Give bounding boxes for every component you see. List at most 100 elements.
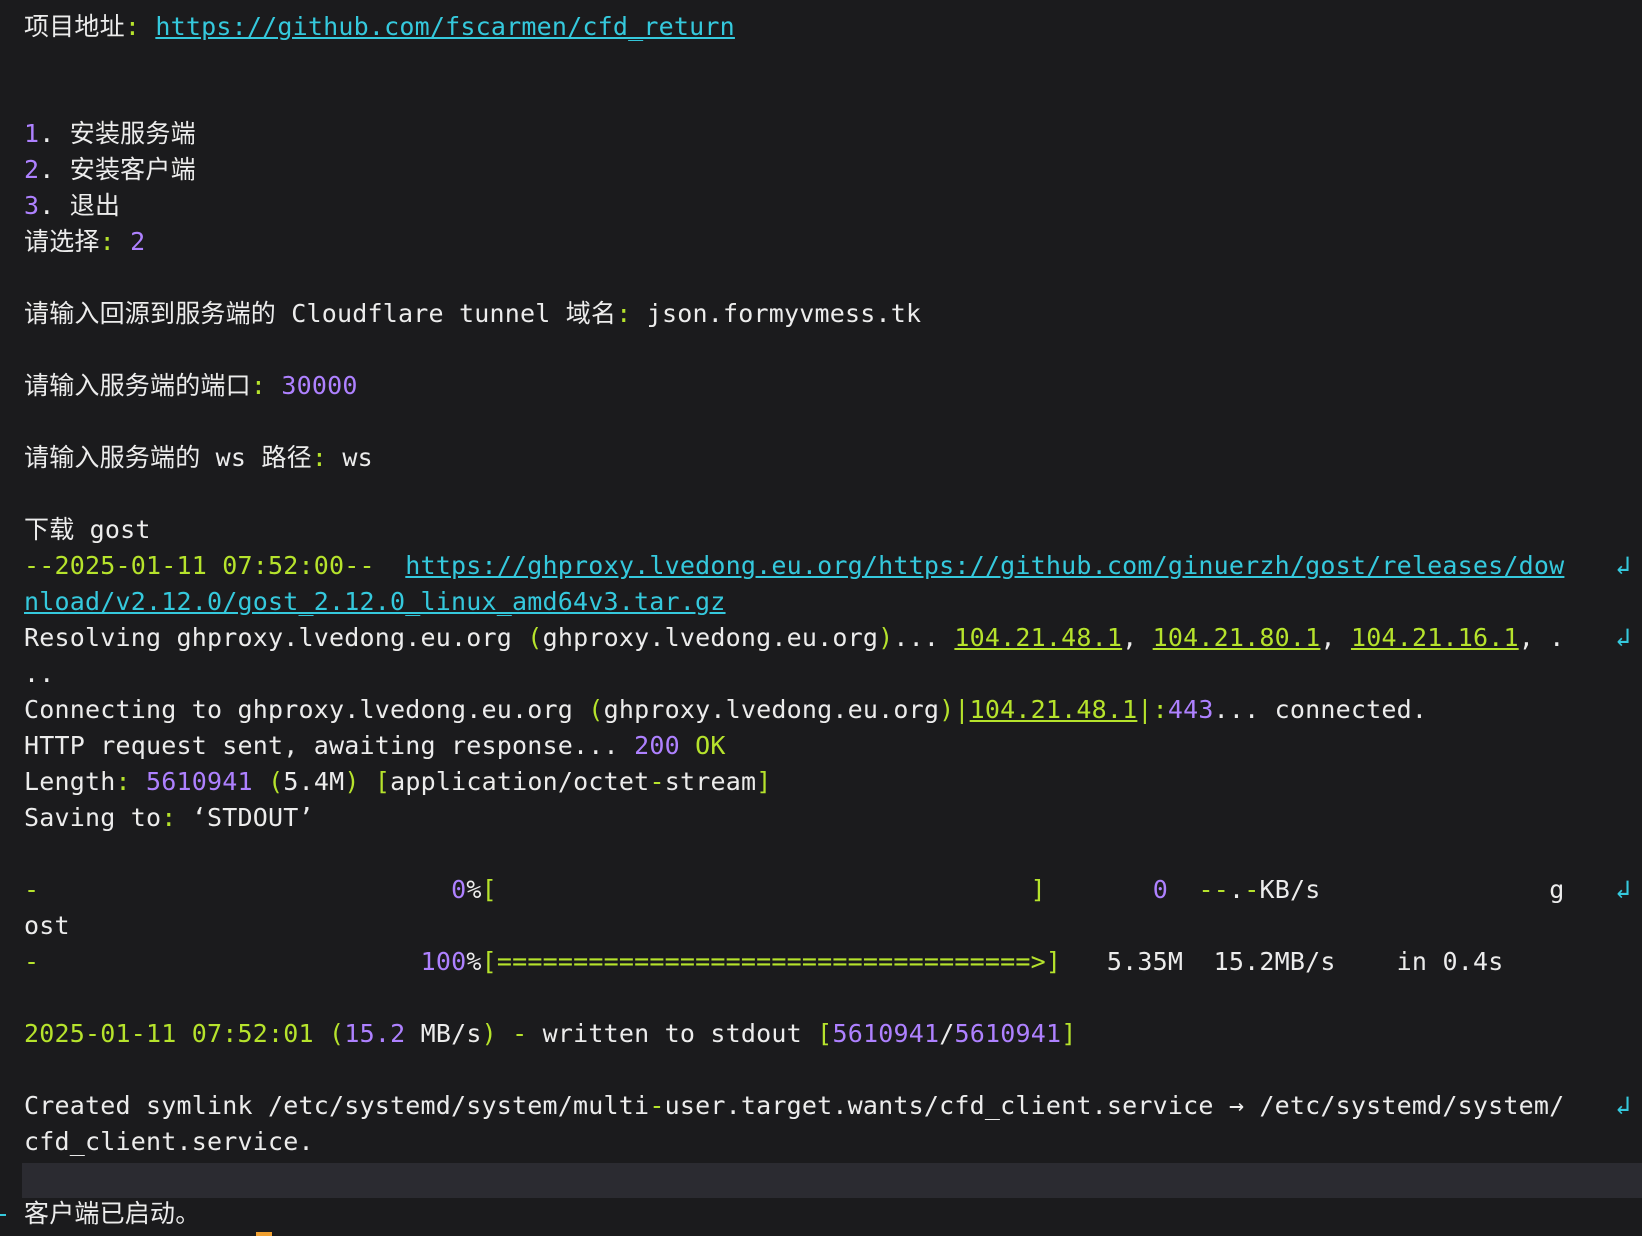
terminal-window[interactable]: 项目地址: https://github.com/fscarmen/cfd_re… [0, 0, 1642, 1236]
text-span: cfd_client.service. [24, 1127, 314, 1156]
url-link[interactable]: https://ghproxy.lvedong.eu.org/https://g… [405, 551, 1564, 580]
text-span: 请输入回源到服务端的 Cloudflare tunnel 域名 [24, 299, 617, 328]
prompt-marker [0, 1214, 6, 1216]
text-span: : [115, 767, 131, 796]
text-span: MB/s [405, 1019, 482, 1048]
text-span: HTTP request sent, awaiting response... [24, 731, 635, 760]
text-span: 下载 gost [24, 515, 151, 544]
line-wrap-arrow-icon: ↲ [1615, 875, 1631, 905]
saving-to: Saving to: ‘STDOUT’ [24, 800, 314, 836]
text-span: ) [481, 1019, 497, 1048]
text-span: KB/s g [1259, 875, 1565, 904]
ip-address: 104.21.48.1 [969, 695, 1138, 724]
text-span: 客户端已启动。 [24, 1199, 201, 1228]
text-span: -- [1198, 875, 1229, 904]
length: Length: 5610941 (5.4M) [application/octe… [24, 764, 771, 800]
text-span: ghproxy.lvedong.eu.org [542, 623, 879, 652]
text-span [360, 767, 375, 796]
text-span: , [1122, 623, 1153, 652]
text-span [497, 875, 1031, 904]
text-span: : [161, 803, 177, 832]
text-span [266, 371, 281, 400]
text-span: 请输入服务端的 ws 路径 [24, 443, 312, 472]
text-span [375, 551, 406, 580]
text-span: 5610941 [954, 1019, 1062, 1048]
text-span: )| [939, 695, 970, 724]
text-span: - [649, 767, 665, 796]
text-span: Created symlink /etc/systemd/system/mult… [24, 1091, 650, 1120]
url-link[interactable]: nload/v2.12.0/gost_2.12.0_linux_amd64v3.… [24, 587, 726, 616]
resolving-cont: .. [24, 656, 55, 692]
menu-item-server: 1. 安装服务端 [24, 116, 196, 152]
line-wrap-arrow-icon: ↲ [1615, 623, 1631, 653]
text-span: Length [24, 767, 116, 796]
text-span: written to stdout [527, 1019, 818, 1048]
port-prompt: 请输入服务端的端口: 30000 [24, 368, 358, 404]
line-wrap-arrow-icon: ↲ [1615, 1091, 1631, 1121]
text-span: json.formyvmess.tk [631, 299, 922, 328]
text-span: 443 [1167, 695, 1214, 724]
symlink-cont: cfd_client.service. [24, 1124, 314, 1160]
text-span: ws [327, 443, 373, 472]
connecting: Connecting to ghproxy.lvedong.eu.org (gh… [24, 692, 1427, 728]
text-span: [===================================>] [481, 947, 1062, 976]
text-span: [ [374, 767, 391, 796]
text-span: : [99, 227, 115, 256]
text-span: . 退出 [39, 191, 121, 220]
text-span: 请选择 [24, 227, 100, 256]
symlink-line: Created symlink /etc/systemd/system/mult… [24, 1088, 1564, 1124]
line-wrap-arrow-icon: ↲ [1615, 551, 1631, 581]
text-span: . 安装服务端 [39, 119, 196, 148]
text-span: 200 [634, 731, 680, 760]
text-span: - [1244, 875, 1260, 904]
url-link[interactable]: https://github.com/fscarmen/cfd_return [155, 12, 735, 41]
text-span: ghproxy.lvedong.eu.org [603, 695, 940, 724]
project-url-line: 项目地址: https://github.com/fscarmen/cfd_re… [24, 9, 735, 45]
download-gost: 下载 gost [24, 512, 151, 548]
text-span: ] [1030, 875, 1046, 904]
text-span: - [24, 875, 40, 904]
domain-prompt: 请输入回源到服务端的 Cloudflare tunnel 域名: json.fo… [24, 296, 921, 332]
text-span: ] [756, 767, 772, 796]
text-span: 5.35M 15.2MB/s in 0.4s [1061, 947, 1504, 976]
text-span: stream [664, 767, 757, 796]
text-span [253, 767, 268, 796]
text-span: 1 [24, 119, 40, 148]
text-span: ( [527, 623, 543, 652]
text-span: OK [679, 731, 726, 760]
ip-address: 104.21.80.1 [1152, 623, 1321, 652]
text-span: Saving to [24, 803, 162, 832]
text-span: 30000 [281, 371, 358, 400]
text-span: 3 [24, 191, 40, 220]
text-span: ... connected. [1213, 695, 1428, 724]
text-span: 2 [24, 155, 40, 184]
text-span: - [649, 1091, 665, 1120]
text-span [1168, 875, 1199, 904]
text-span [1046, 875, 1153, 904]
text-span: [ [481, 875, 497, 904]
text-span: --2025-01-11 07:52:00-- [24, 551, 375, 580]
resolving: Resolving ghproxy.lvedong.eu.org (ghprox… [24, 620, 1564, 656]
text-span: 2025-01-11 07:52:01 [24, 1019, 314, 1048]
text-span: 0 [451, 875, 467, 904]
text-span [39, 947, 420, 976]
client-started: 客户端已启动。 [24, 1196, 200, 1232]
text-span: 2 [130, 227, 146, 256]
choice-prompt: 请选择: 2 [24, 224, 145, 260]
wget-url-cont: nload/v2.12.0/gost_2.12.0_linux_amd64v3.… [24, 584, 726, 620]
text-span: ( [588, 695, 604, 724]
selected-blank-line [22, 1163, 1642, 1198]
text-span: - [24, 947, 40, 976]
text-span: ) [878, 623, 894, 652]
text-span: ... [893, 623, 955, 652]
text-span: : [250, 371, 267, 400]
text-span: Connecting to ghproxy.lvedong.eu.org [24, 695, 589, 724]
text-span: . [1228, 875, 1245, 904]
text-span: ost [24, 911, 70, 940]
text-span: ‘STDOUT’ [176, 803, 314, 832]
text-span: Resolving ghproxy.lvedong.eu.org [24, 623, 528, 652]
text-span: 请输入服务端的端口 [24, 371, 251, 400]
text-span: 0 [1152, 875, 1168, 904]
terminal-cursor [256, 1232, 272, 1236]
progress-100: - 100%[=================================… [24, 944, 1503, 980]
